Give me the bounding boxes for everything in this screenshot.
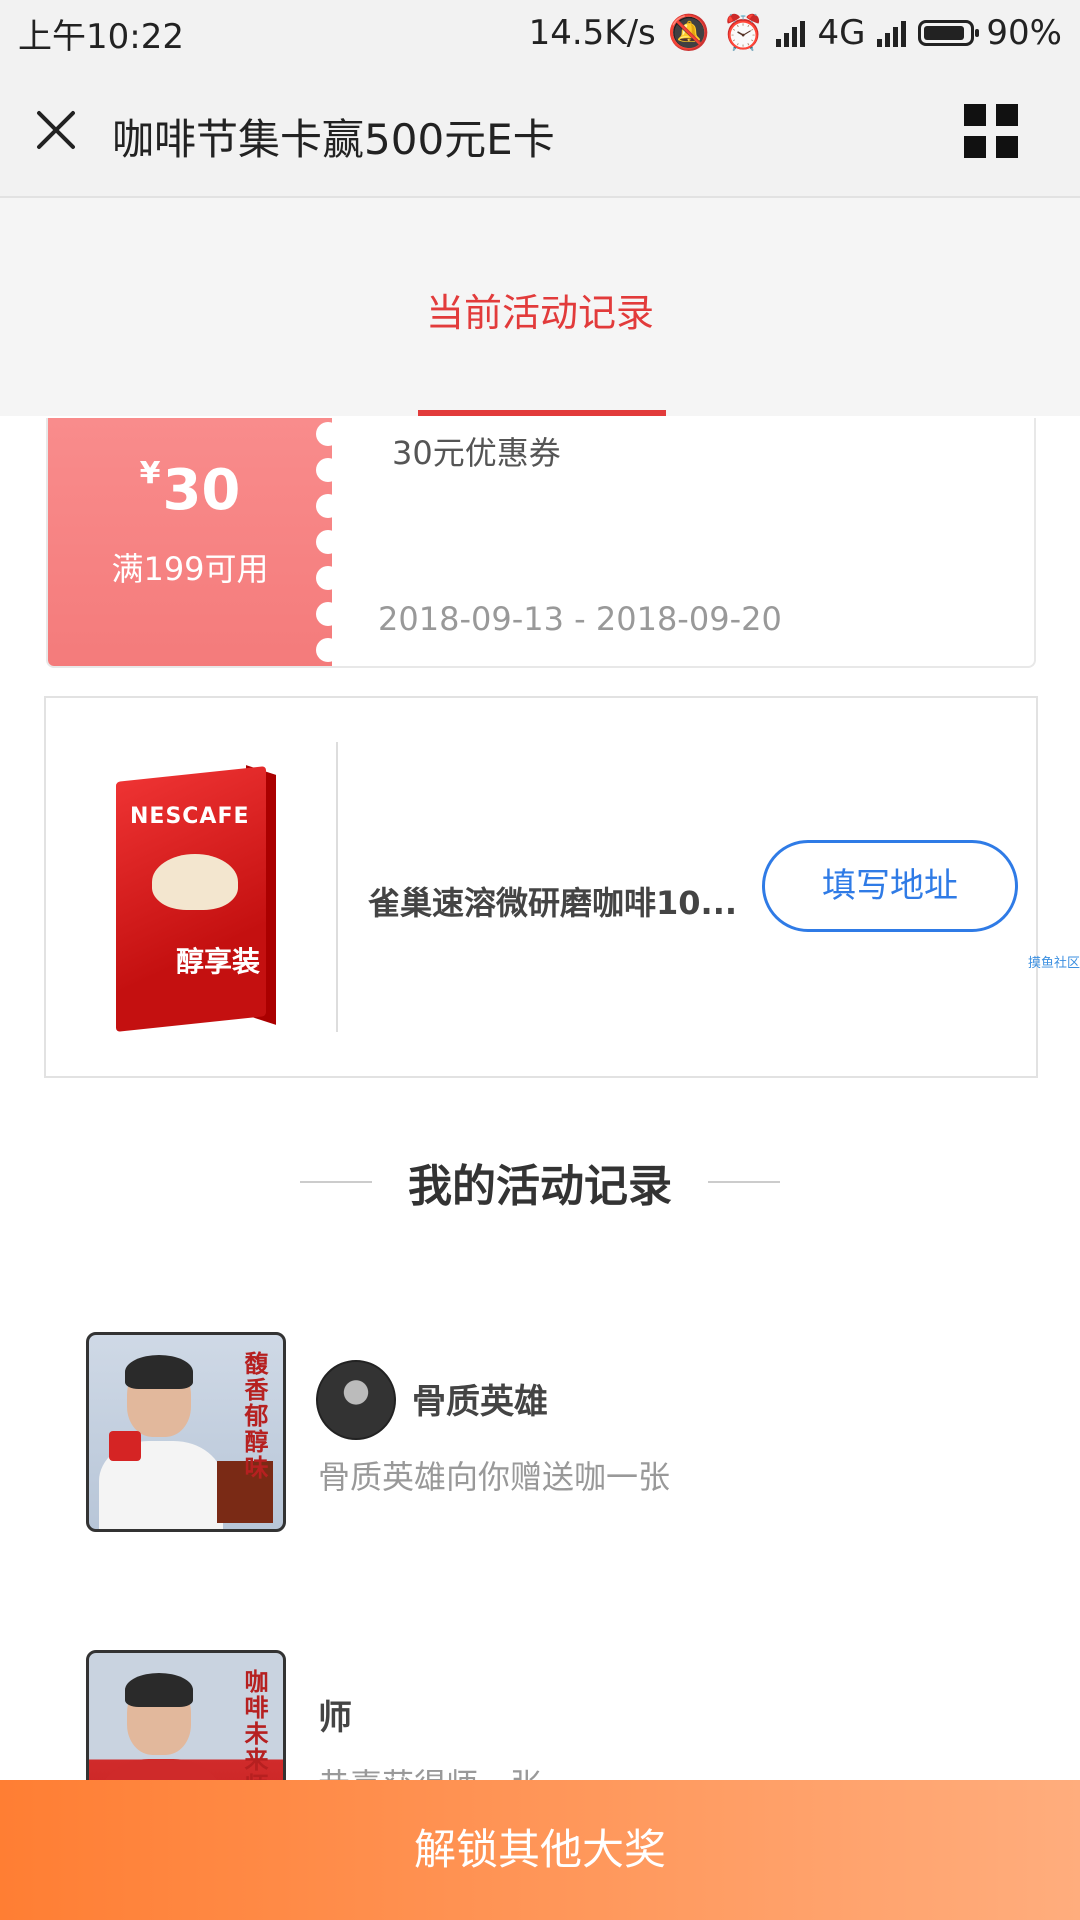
battery-icon: [918, 20, 980, 46]
coupon-condition: 满199可用: [111, 550, 269, 588]
net-speed: 14.5K/s: [528, 13, 656, 53]
product-name: 雀巢速溶微研磨咖啡10...: [368, 884, 738, 922]
records-section-heading: 我的活动记录: [0, 1150, 1080, 1214]
coupon-date-range: 2018-09-13 - 2018-09-20: [378, 600, 782, 638]
record-description: 骨质英雄向你赠送咖一张: [318, 1458, 671, 1496]
coupon-title: 30元优惠券: [392, 434, 561, 472]
network-type: 4G: [817, 13, 866, 53]
avatar: [316, 1360, 396, 1440]
tab-current-records[interactable]: 当前活动记录: [0, 282, 1080, 337]
tab-active-indicator: [418, 410, 666, 416]
card-caption: 馥香郁醇味: [240, 1351, 268, 1481]
status-time: 上午10:22: [18, 16, 184, 57]
alarm-icon: ⏰: [722, 13, 765, 53]
product-divider: [336, 742, 338, 1032]
heading-line-left: [300, 1181, 372, 1183]
coffee-cup-graphic: [152, 854, 238, 910]
status-bar: 上午10:22 14.5K/s 🔕 ⏰ 4G 90%: [0, 0, 1080, 66]
coupon-card[interactable]: ¥30 满199可用 30元优惠券 2018-09-13 - 2018-09-2…: [46, 418, 1036, 668]
battery-level: 90%: [986, 13, 1062, 53]
grid-menu-icon[interactable]: [964, 104, 1022, 162]
box-label: 醇享装: [176, 945, 261, 978]
close-icon[interactable]: [30, 104, 82, 156]
coupon-amount-value: 30: [162, 458, 241, 523]
box-brand-logo: NESCAFE: [130, 804, 250, 829]
record-card-image: 馥香郁醇味: [86, 1332, 286, 1532]
fill-address-button[interactable]: 填写地址: [762, 840, 1018, 932]
section-title: 我的活动记录: [408, 1161, 672, 1212]
page-title: 咖啡节集卡赢500元E卡: [112, 115, 555, 164]
person-hair: [125, 1673, 193, 1707]
status-indicators: 14.5K/s 🔕 ⏰ 4G 90%: [529, 13, 1062, 53]
currency-symbol: ¥: [139, 456, 161, 492]
record-user-name: 师: [318, 1698, 352, 1738]
title-bar: 咖啡节集卡赢500元E卡: [0, 66, 1080, 198]
mute-icon: 🔕: [667, 13, 711, 53]
coupon-value-panel: ¥30 满199可用: [48, 418, 332, 666]
product-image: NESCAFE 醇享装: [106, 744, 286, 1032]
record-user-name: 骨质英雄: [412, 1382, 548, 1422]
coupon-amount: ¥30: [48, 456, 332, 523]
tab-bar: 当前活动记录: [0, 198, 1080, 416]
product-card[interactable]: NESCAFE 醇享装 雀巢速溶微研磨咖啡10... 填写地址: [44, 696, 1038, 1078]
coupon-perforation: [316, 418, 340, 666]
unlock-prizes-button[interactable]: 解锁其他大奖: [0, 1780, 1080, 1920]
signal-icon: [776, 19, 806, 47]
watermark: 摸鱼社区: [1028, 956, 1080, 971]
mug-icon: [109, 1431, 141, 1461]
heading-line-right: [708, 1181, 780, 1183]
signal-icon-2: [877, 19, 907, 47]
person-hair: [125, 1355, 193, 1389]
